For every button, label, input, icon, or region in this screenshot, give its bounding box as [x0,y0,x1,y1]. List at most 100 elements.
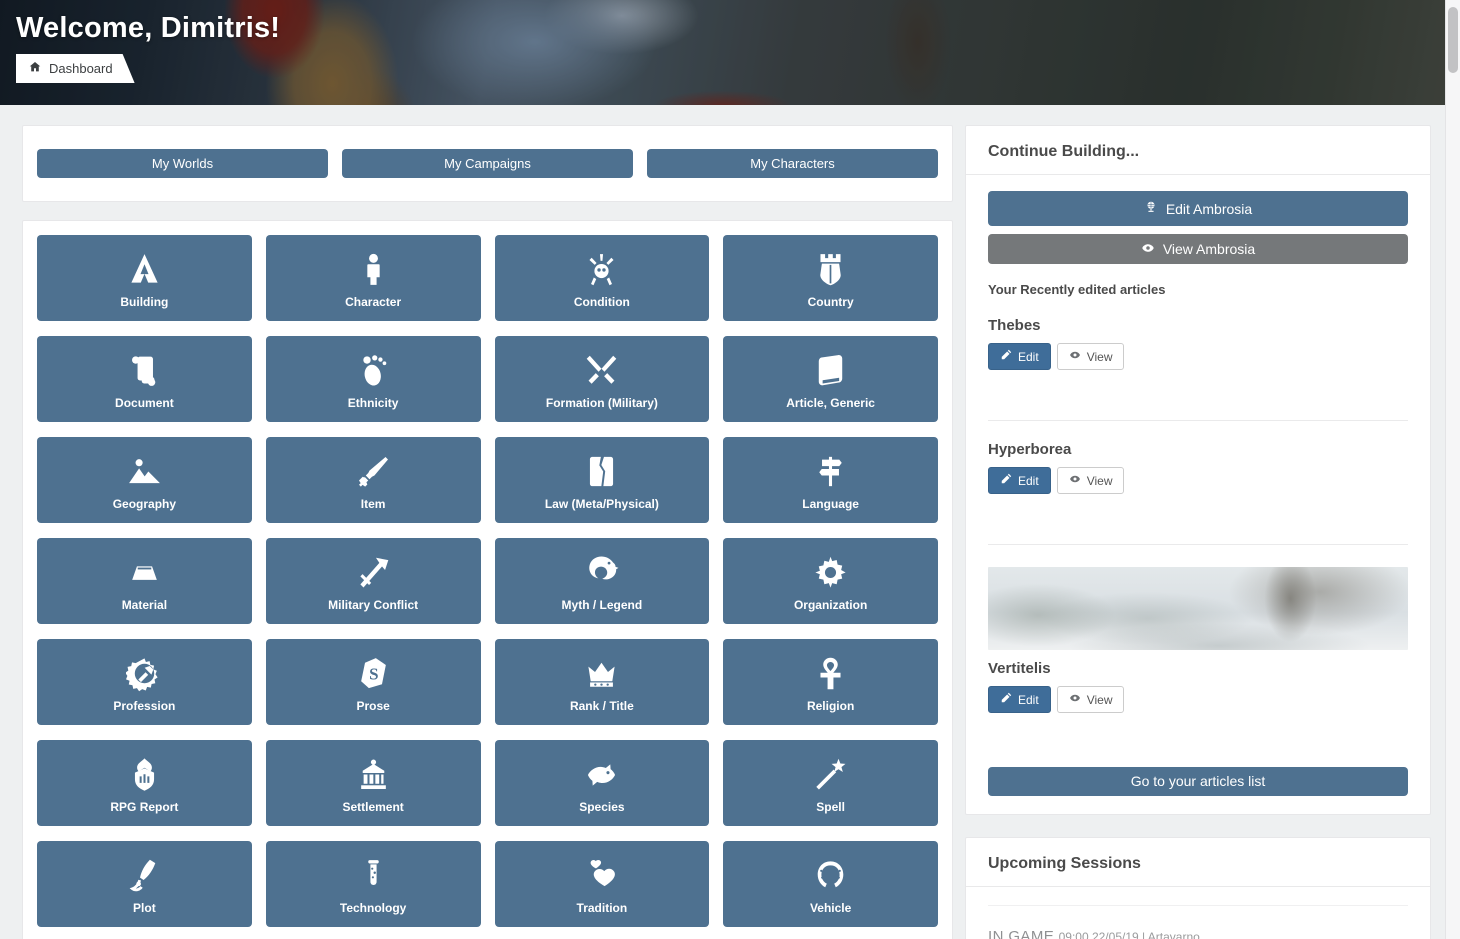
tile-label: Prose [356,699,389,713]
tile-myth-legend[interactable]: Myth / Legend [495,538,710,624]
law-icon [583,453,620,490]
vehicle-icon [812,857,849,894]
tile-label: Religion [807,699,854,713]
tile-rpg-report[interactable]: RPG Report [37,740,252,826]
tile-organization[interactable]: Organization [723,538,938,624]
language-icon [812,453,849,490]
edit-world-label: Edit Ambrosia [1166,201,1252,217]
tile-label: Law (Meta/Physical) [545,497,659,511]
tile-label: Vehicle [810,901,851,915]
page-scrollbar[interactable] [1445,0,1460,939]
tile-language[interactable]: Language [723,437,938,523]
article-generic-icon [812,352,849,389]
building-icon [126,251,163,288]
recent-article: Thebes EditView [988,297,1408,420]
view-label: View [1087,474,1113,488]
articles-list-button[interactable]: Go to your articles list [988,767,1408,796]
tile-label: Settlement [342,800,403,814]
tile-plot[interactable]: Plot [37,841,252,927]
recent-articles-list: ThebesEditViewHyperboreaEditViewVertitel… [988,297,1408,721]
my-characters-button[interactable]: My Characters [647,149,938,178]
session-item: IN GAME 09:00 22/05/19 | Artavarno The l… [988,905,1408,939]
breadcrumb[interactable]: Dashboard [16,54,135,83]
tile-label: Tradition [577,901,628,915]
edit-world-button[interactable]: Edit Ambrosia [988,191,1408,226]
breadcrumb-label: Dashboard [49,61,113,76]
tile-document[interactable]: Document [37,336,252,422]
tile-settlement[interactable]: Settlement [266,740,481,826]
condition-icon [583,251,620,288]
formation-military-icon [583,352,620,389]
view-world-button[interactable]: View Ambrosia [988,234,1408,264]
settlement-icon [355,756,392,793]
tile-condition[interactable]: Condition [495,235,710,321]
article-edit-button[interactable]: Edit [988,467,1051,494]
tile-building[interactable]: Building [37,235,252,321]
tile-label: Technology [340,901,406,915]
tile-ethnicity[interactable]: Ethnicity [266,336,481,422]
tile-label: Organization [794,598,867,612]
character-icon [355,251,392,288]
eye-icon [1069,692,1081,707]
session-type: IN GAME [988,928,1054,939]
my-worlds-button[interactable]: My Worlds [37,149,328,178]
tile-profession[interactable]: Profession [37,639,252,725]
tile-country[interactable]: Country [723,235,938,321]
tile-label: Species [579,800,624,814]
myth-legend-icon [583,554,620,591]
tile-material[interactable]: Material [37,538,252,624]
tile-article-generic[interactable]: Article, Generic [723,336,938,422]
session-meta: 09:00 22/05/19 | Artavarno [1059,930,1200,939]
tile-label: Military Conflict [328,598,418,612]
article-view-button[interactable]: View [1057,467,1125,494]
tile-label: Language [802,497,859,511]
religion-icon [812,655,849,692]
species-icon [583,756,620,793]
tile-rank-title[interactable]: Rank / Title [495,639,710,725]
tile-technology[interactable]: Technology [266,841,481,927]
tile-law[interactable]: Law (Meta/Physical) [495,437,710,523]
spell-icon [812,756,849,793]
tile-military-conflict[interactable]: Military Conflict [266,538,481,624]
tile-character[interactable]: Character [266,235,481,321]
tile-label: Condition [574,295,630,309]
upcoming-sessions-title: Upcoming Sessions [966,838,1430,886]
tile-tradition[interactable]: Tradition [495,841,710,927]
main-column: My Worlds My Campaigns My Characters Bui… [22,125,953,939]
tile-formation-military[interactable]: Formation (Military) [495,336,710,422]
recent-article: HyperboreaEditView [988,420,1408,544]
tile-spell[interactable]: Spell [723,740,938,826]
article-title: Thebes [988,317,1408,334]
tile-vehicle[interactable]: Vehicle [723,841,938,927]
hero-banner: Welcome, Dimitris! Dashboard [0,0,1445,105]
page-content: My Worlds My Campaigns My Characters Bui… [0,105,1460,939]
tile-label: Item [361,497,386,511]
tradition-icon [583,857,620,894]
continue-building-card: Continue Building... Edit Ambrosia View … [965,125,1431,815]
tile-species[interactable]: Species [495,740,710,826]
tile-geography[interactable]: Geography [37,437,252,523]
edit-label: Edit [1018,474,1039,488]
tile-religion[interactable]: Religion [723,639,938,725]
article-type-grid: BuildingCharacter Condition Country Documen… [37,235,938,927]
tile-label: Myth / Legend [562,598,643,612]
pencil-icon [1000,473,1012,488]
eye-icon [1141,241,1155,258]
tile-prose[interactable]: SProse [266,639,481,725]
scrollbar-thumb[interactable] [1448,7,1458,73]
my-campaigns-button[interactable]: My Campaigns [342,149,633,178]
pencil-icon [1000,349,1012,364]
material-icon [126,554,163,591]
article-edit-button[interactable]: Edit [988,686,1051,713]
tile-item[interactable]: Item [266,437,481,523]
article-view-button[interactable]: View [1057,686,1125,713]
rank-title-icon [583,655,620,692]
tile-label: Formation (Military) [546,396,658,410]
article-view-button[interactable]: View [1057,343,1125,370]
article-edit-button[interactable]: Edit [988,343,1051,370]
profession-icon [126,655,163,692]
eye-icon [1069,349,1081,364]
pencil-icon [1000,692,1012,707]
technology-icon [355,857,392,894]
item-icon [355,453,392,490]
